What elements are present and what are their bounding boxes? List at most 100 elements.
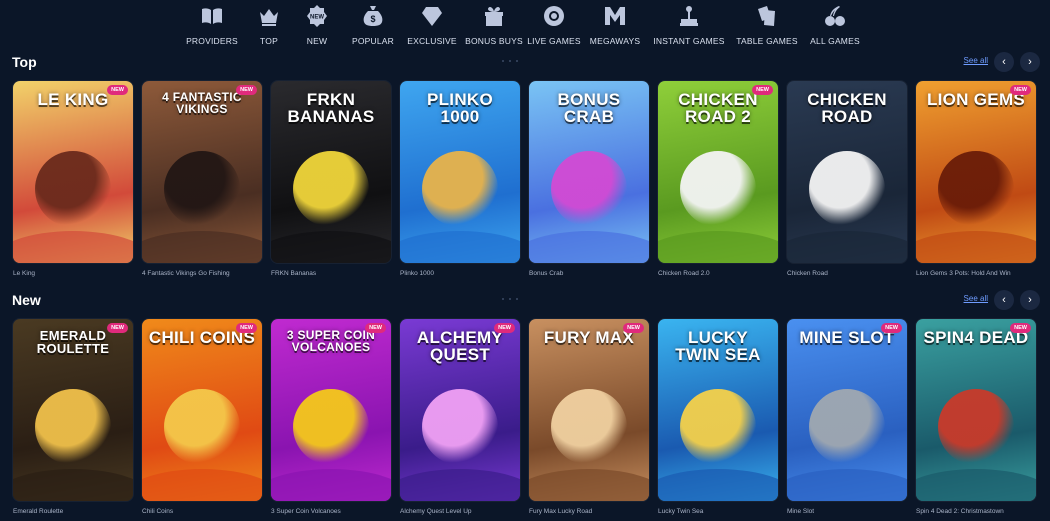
game-thumbnail[interactable]: PLINKO 1000 (400, 81, 520, 263)
crown-icon (256, 3, 282, 29)
ground-illustration (787, 231, 907, 263)
game-card[interactable]: BONUS CRAB Bonus Crab (529, 81, 649, 281)
carousel-dots (502, 60, 518, 62)
new-badge: NEW (623, 323, 644, 333)
prev-arrow-button[interactable]: ‹ (994, 52, 1014, 72)
character-illustration (551, 151, 627, 227)
game-card[interactable]: EMERALD ROULETTE NEW Emerald Roulette (13, 319, 133, 519)
character-illustration (35, 389, 111, 465)
ground-illustration (529, 231, 649, 263)
nav-category-megaways[interactable]: MEGAWAYS (582, 0, 648, 50)
new-badge: NEW (494, 323, 515, 333)
ground-illustration (916, 469, 1036, 501)
next-arrow-button[interactable]: › (1020, 290, 1040, 310)
see-all-link[interactable]: See all (964, 294, 988, 303)
ground-illustration (400, 469, 520, 501)
nav-category-exclusive[interactable]: EXCLUSIVE (402, 0, 462, 50)
game-thumbnail[interactable]: CHICKEN ROAD (787, 81, 907, 263)
game-card[interactable]: LUCKY TWIN SEA Lucky Twin Sea (658, 319, 778, 519)
game-thumbnail[interactable]: SPIN4 DEAD NEW (916, 319, 1036, 501)
game-thumbnail[interactable]: 4 FANTASTIC VIKINGS NEW (142, 81, 262, 263)
game-row-top: LE KING NEW Le King 4 FANTASTIC VIKINGS NEW 4… (13, 81, 1043, 281)
nav-category-instant-games[interactable]: INSTANT GAMES (648, 0, 730, 50)
svg-text:NEW: NEW (310, 15, 324, 21)
game-thumbnail[interactable]: FURY MAX NEW (529, 319, 649, 501)
game-logo-title: CHICKEN ROAD (807, 90, 887, 126)
character-illustration (809, 389, 885, 465)
new-badge: NEW (236, 323, 257, 333)
game-card[interactable]: 4 FANTASTIC VIKINGS NEW 4 Fantastic Viking… (142, 81, 262, 281)
carousel-dots (502, 298, 518, 300)
game-thumbnail[interactable]: LUCKY TWIN SEA (658, 319, 778, 501)
new-badge: NEW (1010, 85, 1031, 95)
game-thumbnail[interactable]: ALCHEMY QUEST NEW (400, 319, 520, 501)
game-card[interactable]: FURY MAX NEW Fury Max Lucky Road (529, 319, 649, 519)
game-card[interactable]: LE KING NEW Le King (13, 81, 133, 281)
game-card[interactable]: LION GEMS NEW Lion Gems 3 Pots: Hold And W… (916, 81, 1036, 281)
nav-category-live-games[interactable]: LIVE GAMES (526, 0, 582, 50)
new-badge: NEW (107, 85, 128, 95)
game-title: 3 Super Coin Volcanoes (271, 508, 341, 515)
game-thumbnail[interactable]: MINE SLOT NEW (787, 319, 907, 501)
game-card[interactable]: PLINKO 1000 Plinko 1000 (400, 81, 520, 281)
game-title: Emerald Roulette (13, 508, 64, 515)
prev-arrow-button[interactable]: ‹ (994, 290, 1014, 310)
game-thumbnail[interactable]: EMERALD ROULETTE NEW (13, 319, 133, 501)
game-card[interactable]: MINE SLOT NEW Mine Slot (787, 319, 907, 519)
gift-icon (481, 3, 507, 29)
nav-category-label: PROVIDERS (186, 36, 238, 46)
cards-icon (754, 3, 780, 29)
chevron-right-icon: › (1028, 294, 1032, 306)
section-title: Top (12, 54, 37, 70)
game-thumbnail[interactable]: FRKN BANANAS (271, 81, 391, 263)
game-card[interactable]: FRKN BANANAS FRKN Bananas (271, 81, 391, 281)
game-card[interactable]: SPIN4 DEAD NEW Spin 4 Dead 2: Christmastow… (916, 319, 1036, 519)
nav-category-popular[interactable]: $ POPULAR (344, 0, 402, 50)
game-thumbnail[interactable]: BONUS CRAB (529, 81, 649, 263)
nav-category-top[interactable]: TOP (248, 0, 290, 50)
nav-category-table-games[interactable]: TABLE GAMES (730, 0, 804, 50)
game-thumbnail[interactable]: CHILI COINS NEW (142, 319, 262, 501)
game-card[interactable]: 3 SUPER COIN VOLCANOES NEW 3 Super Coin Vo… (271, 319, 391, 519)
game-card[interactable]: CHICKEN ROAD 2 NEW Chicken Road 2.0 (658, 81, 778, 281)
see-all-link[interactable]: See all (964, 56, 988, 65)
game-thumbnail[interactable]: LE KING NEW (13, 81, 133, 263)
character-illustration (680, 389, 756, 465)
joystick-icon (676, 3, 702, 29)
nav-category-label: LIVE GAMES (527, 36, 581, 46)
svg-text:$: $ (370, 14, 375, 24)
game-thumbnail[interactable]: CHICKEN ROAD 2 NEW (658, 81, 778, 263)
character-illustration (551, 389, 627, 465)
character-illustration (422, 151, 498, 227)
character-illustration (164, 389, 240, 465)
nav-category-new[interactable]: NEW NEW (290, 0, 344, 50)
game-logo-title: ALCHEMY QUEST (416, 328, 504, 364)
nav-category-all-games[interactable]: ALL GAMES (804, 0, 866, 50)
money-bag-icon: $ (360, 3, 386, 29)
character-illustration (293, 389, 369, 465)
next-arrow-button[interactable]: › (1020, 52, 1040, 72)
game-card[interactable]: CHICKEN ROAD Chicken Road (787, 81, 907, 281)
new-badge: NEW (1010, 323, 1031, 333)
chevron-left-icon: ‹ (1002, 56, 1006, 68)
character-illustration (164, 151, 240, 227)
game-title: FRKN Bananas (271, 270, 317, 277)
game-thumbnail[interactable]: LION GEMS NEW (916, 81, 1036, 263)
character-illustration (809, 151, 885, 227)
ground-illustration (271, 231, 391, 263)
nav-category-label: TABLE GAMES (736, 36, 798, 46)
game-title: Chicken Road (787, 270, 828, 277)
ground-illustration (13, 231, 133, 263)
nav-category-label: POPULAR (351, 36, 395, 46)
game-card[interactable]: CHILI COINS NEW Chili Coins (142, 319, 262, 519)
nav-category-bonus-buys[interactable]: BONUS BUYS (462, 0, 526, 50)
ground-illustration (658, 469, 778, 501)
category-nav: PROVIDERS TOP NEW NEW $ POPULAR EXCLUSIVE BONUS… (0, 0, 1050, 50)
cherries-icon (822, 3, 848, 29)
nav-category-providers[interactable]: PROVIDERS (176, 0, 248, 50)
game-logo-title: PLINKO 1000 (426, 90, 494, 126)
game-thumbnail[interactable]: 3 SUPER COIN VOLCANOES NEW (271, 319, 391, 501)
game-title: Chili Coins (142, 508, 174, 515)
game-card[interactable]: ALCHEMY QUEST NEW Alchemy Quest Level Up (400, 319, 520, 519)
book-icon (199, 3, 225, 29)
